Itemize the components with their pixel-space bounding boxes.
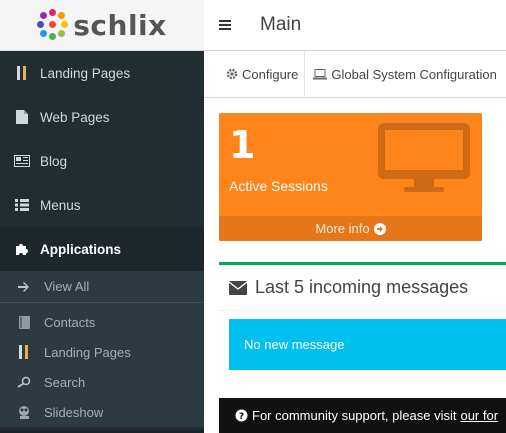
- session-count: 1: [229, 123, 256, 167]
- toolbar: Configure Global System Configuration: [204, 50, 506, 98]
- sidebar-item-label: Landing Pages: [40, 65, 131, 81]
- submenu-item-label: Search: [44, 374, 86, 390]
- puzzle-icon: [14, 241, 30, 257]
- book-icon: [14, 65, 30, 81]
- sidebar-item-label: Web Pages: [40, 109, 110, 125]
- sidebar-menu: Landing Pages Web Pages Blog Menus Appli…: [0, 51, 204, 427]
- more-info-link[interactable]: More info: [219, 216, 482, 241]
- sidebar-item-menus[interactable]: Menus: [0, 183, 204, 227]
- svg-text:?: ?: [239, 412, 244, 422]
- book-icon: [16, 344, 32, 360]
- arrow-right-icon: [16, 279, 32, 295]
- question-circle-icon: ?: [235, 409, 248, 422]
- applications-submenu: View All Contacts Landing Pages Search S…: [0, 271, 204, 427]
- sidebar: schlix Landing Pages Web Pages Blog Menu…: [0, 0, 204, 433]
- hamburger-menu-icon[interactable]: [204, 20, 246, 30]
- session-label: Active Sessions: [229, 178, 328, 194]
- file-icon: [14, 109, 30, 125]
- global-config-label: Global System Configuration: [331, 66, 497, 82]
- no-messages-text: No new message: [244, 337, 345, 352]
- submenu-item-search[interactable]: Search: [0, 367, 204, 397]
- configure-button[interactable]: Configure: [204, 50, 306, 98]
- submenu-item-label: Contacts: [44, 314, 96, 330]
- logo[interactable]: schlix: [0, 0, 204, 51]
- logo-text: schlix: [73, 8, 167, 42]
- submenu-item-slideshow[interactable]: Slideshow: [0, 397, 204, 427]
- forum-link[interactable]: our for: [460, 408, 498, 423]
- desktop-icon: [376, 121, 472, 198]
- contact-book-icon: [16, 314, 32, 330]
- gear-icon: [226, 68, 238, 80]
- configure-label: Configure: [242, 66, 299, 82]
- active-sessions-box: 1 Active Sessions More info: [219, 113, 482, 241]
- logo-mark-icon: [37, 9, 69, 41]
- messages-title: Last 5 incoming messages: [255, 277, 469, 297]
- page-title: Main: [260, 14, 302, 35]
- messages-header: Last 5 incoming messages: [219, 265, 506, 311]
- search-icon: [16, 374, 32, 390]
- submenu-item-landing-pages[interactable]: Landing Pages: [0, 337, 204, 367]
- sidebar-item-applications[interactable]: Applications: [0, 227, 204, 271]
- community-support-text: For community support, please visit: [252, 408, 457, 423]
- submenu-item-view-all[interactable]: View All: [0, 271, 204, 303]
- sidebar-item-label: Applications: [40, 241, 122, 257]
- sidebar-item-label: Blog: [40, 153, 68, 169]
- slideshow-icon: [16, 404, 32, 420]
- sidebar-item-label: Menus: [40, 197, 81, 213]
- submenu-item-label: Landing Pages: [44, 344, 131, 360]
- list-icon: [14, 197, 30, 213]
- incoming-messages-box: Last 5 incoming messages No new message: [219, 262, 506, 387]
- sidebar-item-landing-pages[interactable]: Landing Pages: [0, 51, 204, 95]
- submenu-item-label: Slideshow: [44, 404, 104, 420]
- newspaper-icon: [14, 153, 30, 169]
- global-system-configuration-button[interactable]: Global System Configuration: [305, 51, 502, 98]
- sidebar-item-blog[interactable]: Blog: [0, 139, 204, 183]
- top-header: Main: [204, 0, 506, 51]
- community-support-bar: ? For community support, please visit ou…: [219, 398, 506, 433]
- sidebar-item-web-pages[interactable]: Web Pages: [0, 95, 204, 139]
- submenu-item-label: View All: [44, 279, 90, 294]
- more-info-label: More info: [315, 221, 370, 236]
- arrow-circle-right-icon: [373, 222, 386, 235]
- laptop-icon: [313, 68, 328, 80]
- no-messages-alert: No new message: [229, 319, 506, 370]
- envelope-icon: [229, 280, 247, 295]
- submenu-item-contacts[interactable]: Contacts: [0, 307, 204, 337]
